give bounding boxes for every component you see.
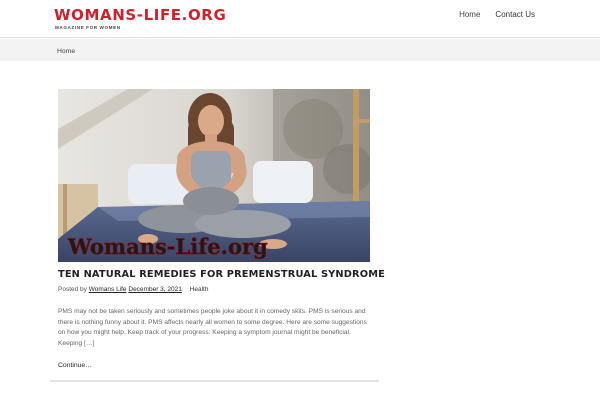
breadcrumb-home-link[interactable]: Home: [57, 48, 75, 55]
breadcrumb: Home: [57, 48, 75, 55]
site-logo[interactable]: WOMANS-LIFE.ORG: [54, 6, 226, 24]
post-card: Womans-Life.org TEN NATURAL REMEDIES FOR…: [50, 80, 385, 382]
nav-item-home[interactable]: Home: [459, 10, 480, 22]
site-tagline: MAGAZINE FOR WOMEN: [55, 25, 121, 30]
nav-item-contact-us[interactable]: Contact Us: [495, 10, 535, 22]
pillow-right: [253, 161, 313, 203]
continue-reading-link[interactable]: Continue…: [58, 362, 92, 369]
posted-by-label: Posted by: [58, 286, 87, 293]
site-header: WOMANS-LIFE.ORG MAGAZINE FOR WOMEN Home …: [0, 0, 600, 38]
post-excerpt: PMS may not be taken seriously and somet…: [58, 308, 367, 347]
category-link[interactable]: Health: [190, 286, 209, 293]
post-meta: Posted by Womans Life December 3, 2021 H…: [58, 286, 208, 293]
author-link[interactable]: Womans Life: [89, 286, 127, 293]
post-featured-image[interactable]: Womans-Life.org: [58, 89, 370, 262]
image-watermark: Womans-Life.org: [67, 234, 268, 259]
breadcrumb-bar: [0, 39, 600, 61]
main-nav: Home Contact Us: [459, 10, 535, 22]
featured-image-illustration: Womans-Life.org: [58, 89, 370, 262]
date-link[interactable]: December 3, 2021: [128, 286, 181, 293]
post-title[interactable]: TEN NATURAL REMEDIES FOR PREMENSTRUAL SY…: [58, 269, 385, 280]
